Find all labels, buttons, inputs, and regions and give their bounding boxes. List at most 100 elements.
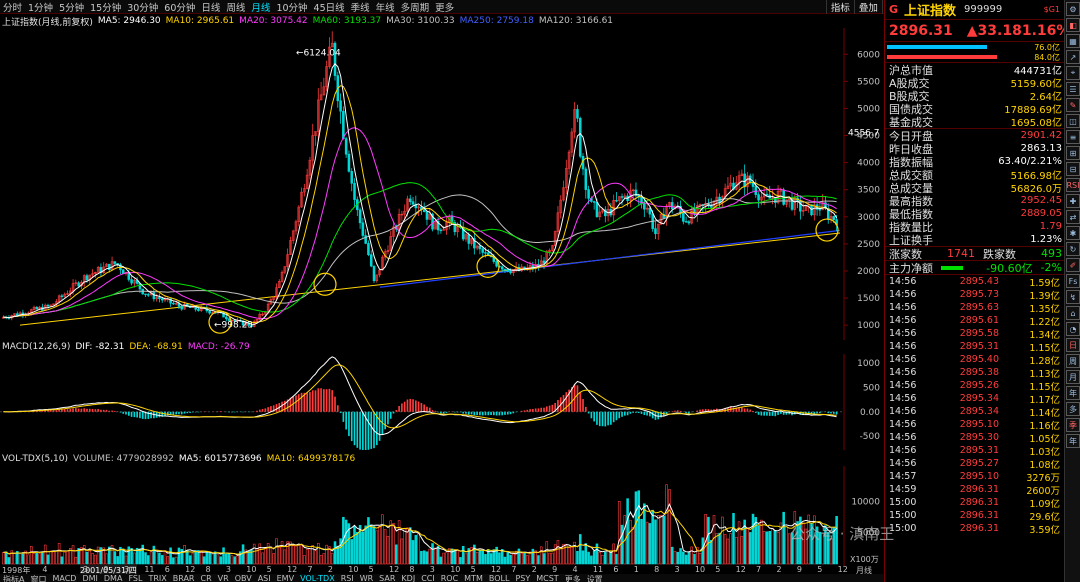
tool-icon-1[interactable]: ◧ <box>1066 18 1080 32</box>
tool-icon-19[interactable]: ⌂ <box>1066 306 1080 320</box>
indicator-tab-19[interactable]: ROC <box>438 574 461 582</box>
tool-icon-3[interactable]: ↗ <box>1066 50 1080 64</box>
volume-bar <box>662 516 666 565</box>
volume-chart[interactable]: 100005000X100万 <box>0 466 884 566</box>
tool-icon-7[interactable]: ◫ <box>1066 114 1080 128</box>
indicator-tab-11[interactable]: ASI <box>255 574 274 582</box>
tool-icon-0[interactable]: ⚙ <box>1066 2 1080 16</box>
indicator-tab-14[interactable]: RSI <box>338 574 357 582</box>
timeframe-tab-11[interactable]: 季线 <box>348 0 373 14</box>
tick-time: 14:56 <box>889 432 917 443</box>
timeframe-tab-12[interactable]: 年线 <box>373 0 398 14</box>
timeframe-tab-14[interactable]: 更多 <box>432 0 457 14</box>
tick-price: 2895.40 <box>959 354 999 365</box>
indicator-tab-9[interactable]: VR <box>215 574 232 582</box>
indicator-tab-25[interactable]: 设置 <box>584 574 606 582</box>
volume-bar <box>205 550 209 565</box>
indicator-tab-23[interactable]: MCST <box>533 574 561 582</box>
candle-body <box>158 297 161 300</box>
indicator-tab-20[interactable]: MTM <box>461 574 486 582</box>
tick-amount: 1.28亿 <box>1029 355 1060 367</box>
indicator-tab-1[interactable]: 窗口 <box>27 574 49 582</box>
toolbar-button-1[interactable]: 叠加 <box>853 0 882 14</box>
volume-bar <box>732 513 735 565</box>
indicator-tab-4[interactable]: DMA <box>101 574 126 582</box>
timeframe-tab-10[interactable]: 45日线 <box>311 0 348 14</box>
indicator-tab-6[interactable]: TRIX <box>145 574 169 582</box>
indicator-tab-18[interactable]: CCI <box>418 574 438 582</box>
tick-amount: 1.35亿 <box>1029 303 1060 315</box>
tool-icon-21[interactable]: 日 <box>1066 338 1080 352</box>
indicator-tab-8[interactable]: CR <box>198 574 215 582</box>
candle-body <box>121 269 125 274</box>
timeframe-tab-8[interactable]: 月线 <box>248 0 273 14</box>
tool-icon-23[interactable]: 月 <box>1066 370 1080 384</box>
volume-bar <box>626 498 629 565</box>
tool-icon-14[interactable]: ✱ <box>1066 226 1080 240</box>
volume-bar <box>576 550 579 565</box>
volume-bar <box>172 557 175 565</box>
toolbar-button-0[interactable]: 指标 <box>825 0 854 14</box>
candle-body <box>818 209 822 211</box>
candle-body <box>506 268 510 272</box>
tool-icon-20[interactable]: ◔ <box>1066 322 1080 336</box>
timeframe-tab-0[interactable]: 分时 <box>0 0 25 14</box>
tool-icon-5[interactable]: ☰ <box>1066 82 1080 96</box>
timeframe-tab-2[interactable]: 5分钟 <box>56 0 87 14</box>
candle-body <box>484 252 487 254</box>
tool-icon-9[interactable]: ⊞ <box>1066 146 1080 160</box>
indicator-tab-7[interactable]: BRAR <box>170 574 198 582</box>
timeframe-tab-13[interactable]: 多周期 <box>398 0 433 14</box>
indicator-tab-12[interactable]: EMV <box>274 574 297 582</box>
indicator-tab-2[interactable]: MACD <box>49 574 79 582</box>
tool-icon-11[interactable]: RSI <box>1066 178 1080 192</box>
timeframe-tab-9[interactable]: 10分钟 <box>273 0 310 14</box>
tool-icon-16[interactable]: ✐ <box>1066 258 1080 272</box>
tool-icon-17[interactable]: Fs <box>1066 274 1080 288</box>
indicator-tab-16[interactable]: SAR <box>376 574 398 582</box>
indicator-tab-10[interactable]: OBV <box>232 574 255 582</box>
indicator-tab-0[interactable]: 指标A <box>0 574 27 582</box>
tool-icon-12[interactable]: ✚ <box>1066 194 1080 208</box>
indicator-tab-24[interactable]: 更多 <box>562 574 584 582</box>
index-name[interactable]: 上证指数 <box>904 0 956 19</box>
tool-icon-8[interactable]: ≡ <box>1066 130 1080 144</box>
tool-icon-13[interactable]: ⇄ <box>1066 210 1080 224</box>
timeframe-tab-5[interactable]: 60分钟 <box>161 0 198 14</box>
tool-icon-2[interactable]: ▦ <box>1066 34 1080 48</box>
tool-icon-4[interactable]: ⌖ <box>1066 66 1080 80</box>
timeframe-tab-4[interactable]: 30分钟 <box>124 0 161 14</box>
volume-bar <box>258 543 262 565</box>
candlestick-chart[interactable]: 6000550050004500400035003000250020001500… <box>0 28 884 340</box>
timeframe-tab-1[interactable]: 1分钟 <box>25 0 56 14</box>
tool-icon-15[interactable]: ↻ <box>1066 242 1080 256</box>
timeframe-tab-7[interactable]: 周线 <box>223 0 248 14</box>
tick-time: 14:57 <box>889 471 917 482</box>
timeframe-tab-6[interactable]: 日线 <box>198 0 223 14</box>
buy-volume-value: 76.0亿 <box>1034 43 1060 52</box>
volume-bar <box>453 549 457 565</box>
indicator-tab-21[interactable]: BOLL <box>486 574 513 582</box>
volume-bar <box>609 551 613 565</box>
tool-icon-24[interactable]: 年 <box>1066 386 1080 400</box>
tool-icon-6[interactable]: ✎ <box>1066 98 1080 112</box>
indicator-tab-5[interactable]: FSL <box>125 574 145 582</box>
volume-bar <box>96 546 100 565</box>
tool-icon-27[interactable]: 年 <box>1066 434 1080 448</box>
tool-icon-26[interactable]: 季 <box>1066 418 1080 432</box>
indicator-tab-22[interactable]: PSY <box>512 574 533 582</box>
tool-icon-25[interactable]: 多 <box>1066 402 1080 416</box>
tool-icon-10[interactable]: ⊟ <box>1066 162 1080 176</box>
indicator-tab-13[interactable]: VOL-TDX <box>297 574 338 582</box>
net-flow-bar <box>941 265 963 270</box>
macd-chart[interactable]: 1000 500 0.00 -500 <box>0 354 884 450</box>
indicator-tab-15[interactable]: WR <box>357 574 376 582</box>
indicator-tab-17[interactable]: KDJ <box>398 574 418 582</box>
tick-list[interactable]: 14:56 2895.43 1.59亿 14:56 2895.73 1.39亿 14:56 2… <box>885 275 1064 536</box>
tick-time: 14:56 <box>889 393 917 404</box>
tool-icon-22[interactable]: 周 <box>1066 354 1080 368</box>
volume-bar <box>654 519 657 565</box>
tool-icon-18[interactable]: ↯ <box>1066 290 1080 304</box>
indicator-tab-3[interactable]: DMI <box>79 574 100 582</box>
timeframe-tab-3[interactable]: 15分钟 <box>87 0 124 14</box>
